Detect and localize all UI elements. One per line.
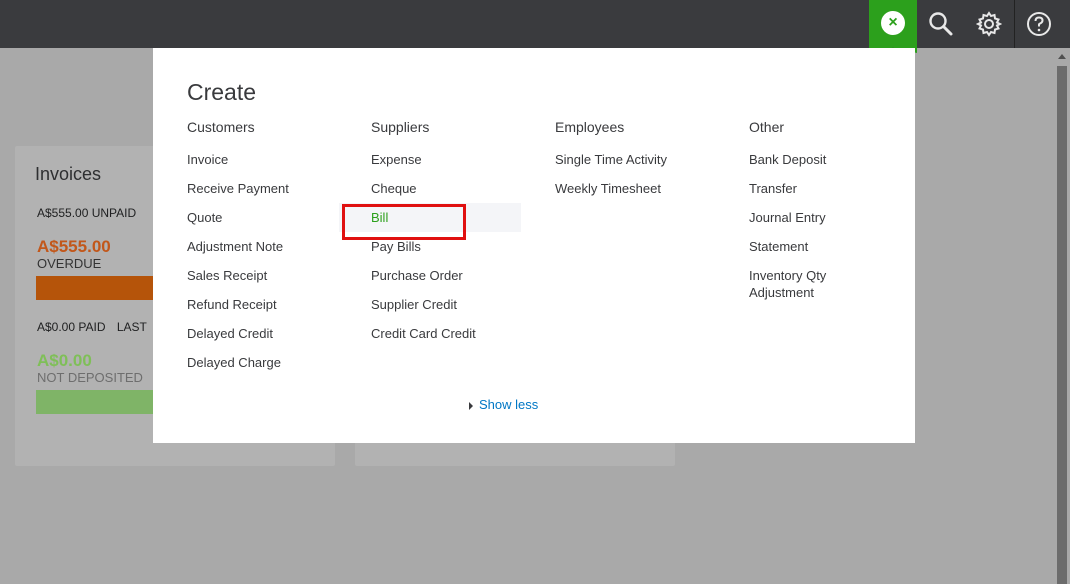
create-delayed-charge-link[interactable]: Delayed Charge <box>187 354 289 383</box>
scroll-thumb[interactable] <box>1057 66 1067 584</box>
create-statement-link[interactable]: Statement <box>749 238 869 267</box>
create-credit-card-credit-link[interactable]: Credit Card Credit <box>371 325 476 354</box>
create-bank-deposit-link[interactable]: Bank Deposit <box>749 151 869 180</box>
create-invoice-link[interactable]: Invoice <box>187 151 289 180</box>
other-heading: Other <box>749 119 785 135</box>
show-less-label[interactable]: Show less <box>479 397 538 412</box>
not-deposited-label: NOT DEPOSITED <box>37 370 143 385</box>
search-icon[interactable] <box>917 0 965 48</box>
unpaid-summary: A$555.00 UNPAID <box>37 206 137 220</box>
page-scrollbar[interactable] <box>1055 48 1070 584</box>
create-journal-entry-link[interactable]: Journal Entry <box>749 209 869 238</box>
customers-heading: Customers <box>187 119 255 135</box>
overdue-label: OVERDUE <box>37 256 102 271</box>
other-column: Other Bank Deposit Transfer Journal Entr… <box>749 119 869 307</box>
create-delayed-credit-link[interactable]: Delayed Credit <box>187 325 289 354</box>
paid-suffix: LAST <box>116 320 147 334</box>
create-quote-link[interactable]: Quote <box>187 209 289 238</box>
close-icon[interactable]: × <box>881 11 905 35</box>
not-deposited-bar <box>36 390 156 414</box>
create-purchase-order-link[interactable]: Purchase Order <box>371 267 476 296</box>
create-adjustment-note-link[interactable]: Adjustment Note <box>187 238 289 267</box>
invoices-title: Invoices <box>35 164 102 184</box>
close-create-button[interactable]: × <box>869 0 917 53</box>
create-menu-panel: Create Customers Invoice Receive Payment… <box>153 48 915 443</box>
top-bar: × <box>0 0 1070 53</box>
create-single-time-activity-link[interactable]: Single Time Activity <box>555 151 667 180</box>
create-supplier-credit-link[interactable]: Supplier Credit <box>371 296 476 325</box>
create-receive-payment-link[interactable]: Receive Payment <box>187 180 289 209</box>
create-pay-bills-link[interactable]: Pay Bills <box>371 238 476 267</box>
bill-highlight-box <box>342 204 466 240</box>
overdue-bar <box>36 276 156 300</box>
create-sales-receipt-link[interactable]: Sales Receipt <box>187 267 289 296</box>
create-transfer-link[interactable]: Transfer <box>749 180 869 209</box>
gear-icon[interactable] <box>965 0 1013 48</box>
create-title: Create <box>187 79 257 105</box>
paid-amount-label: A$0.00 PAID <box>37 320 106 334</box>
create-expense-link[interactable]: Expense <box>371 151 476 180</box>
paid-summary: A$0.00 PAID LAST <box>37 320 147 334</box>
show-less-toggle[interactable]: Show less <box>469 397 538 412</box>
caret-right-icon <box>469 401 473 410</box>
customers-column: Customers Invoice Receive Payment Quote … <box>187 119 289 383</box>
create-weekly-timesheet-link[interactable]: Weekly Timesheet <box>555 180 667 209</box>
suppliers-heading: Suppliers <box>371 119 430 135</box>
create-inventory-qty-adjustment-link[interactable]: Inventory Qty Adjustment <box>749 267 869 307</box>
employees-heading: Employees <box>555 119 625 135</box>
employees-column: Employees Single Time Activity Weekly Ti… <box>555 119 667 209</box>
help-icon[interactable] <box>1014 0 1063 48</box>
scroll-up-arrow-icon[interactable] <box>1058 54 1066 59</box>
not-deposited-amount: A$0.00 <box>37 351 92 370</box>
create-refund-receipt-link[interactable]: Refund Receipt <box>187 296 289 325</box>
overdue-amount: A$555.00 <box>37 237 111 256</box>
